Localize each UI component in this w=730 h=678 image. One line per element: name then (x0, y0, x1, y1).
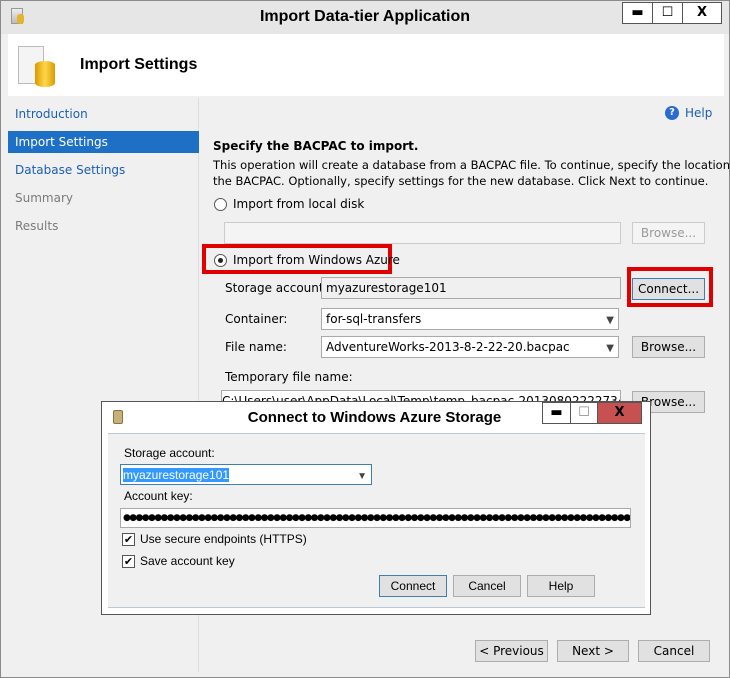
https-label: Use secure endpoints (HTTPS) (140, 532, 307, 546)
title-bar: Import Data-tier Application ▬ ☐ X (1, 1, 729, 34)
dialog-cancel-button[interactable]: Cancel (453, 575, 521, 597)
container-value: for-sql-transfers (326, 312, 422, 326)
import-settings-icon (18, 46, 55, 87)
close-button[interactable]: X (682, 2, 722, 24)
nav-item-results: Results (15, 219, 59, 233)
previous-button[interactable]: < Previous (475, 640, 548, 662)
file-name-select[interactable]: AdventureWorks-2013-8-2-22-20.bacpac ▼ (321, 336, 619, 358)
help-icon[interactable]: ? (665, 106, 679, 120)
nav-item-introduction[interactable]: Introduction (8, 103, 199, 125)
maximize-button[interactable]: ☐ (652, 2, 683, 24)
dialog-maximize-button[interactable]: ☐ (570, 402, 598, 424)
local-disk-radio[interactable] (214, 198, 227, 211)
dialog-storage-value: myazurestorage101 (123, 468, 230, 482)
container-label: Container: (225, 312, 288, 326)
window-title: Import Data-tier Application (259, 8, 471, 25)
account-key-input[interactable]: ●●●●●●●●●●●●●●●●●●●●●●●●●●●●●●●●●●●●●●●●… (120, 508, 631, 528)
file-browse-button[interactable]: Browse... (632, 336, 705, 358)
minimize-button[interactable]: ▬ (622, 2, 653, 24)
dialog-connect-button[interactable]: Connect (379, 575, 447, 597)
chevron-down-icon: ▼ (606, 343, 614, 354)
dialog-key-label: Account key: (124, 489, 193, 503)
nav-item-database-settings[interactable]: Database Settings (8, 159, 199, 181)
page-title: Import Settings (80, 56, 198, 73)
section-heading: Specify the BACPAC to import. (213, 139, 419, 153)
description-line-2: the BACPAC. Optionally, specify settings… (213, 174, 709, 188)
nav-item-import-settings[interactable]: Import Settings (8, 131, 199, 153)
dialog-body: Storage account: myazurestorage101 ▼ Acco… (108, 433, 645, 608)
chevron-down-icon: ▼ (606, 315, 614, 326)
local-disk-path-input[interactable] (224, 222, 621, 244)
description-line-1: This operation will create a database fr… (213, 158, 730, 172)
azure-label: Import from Windows Azure (233, 253, 400, 267)
file-name-label: File name: (225, 340, 287, 354)
temp-file-label: Temporary file name: (225, 370, 353, 384)
dialog-storage-label: Storage account: (124, 446, 215, 460)
help-link[interactable]: Help (685, 106, 712, 120)
save-key-checkbox[interactable]: ✔ (122, 555, 135, 568)
next-button[interactable]: Next > (557, 640, 629, 662)
page-header: Import Settings (8, 34, 724, 96)
local-disk-label: Import from local disk (233, 197, 365, 211)
connect-button[interactable]: Connect... (632, 278, 705, 300)
local-browse-button[interactable]: Browse... (632, 222, 705, 244)
storage-account-label: Storage account: (225, 281, 328, 295)
chevron-down-icon: ▼ (357, 471, 367, 482)
https-checkbox[interactable]: ✔ (122, 533, 135, 546)
azure-radio[interactable] (214, 254, 227, 267)
container-select[interactable]: for-sql-transfers ▼ (321, 308, 619, 330)
dialog-minimize-button[interactable]: ▬ (542, 402, 571, 424)
dialog-close-button[interactable]: X (597, 402, 642, 424)
cancel-button[interactable]: Cancel (638, 640, 710, 662)
nav-item-summary: Summary (15, 191, 73, 205)
storage-account-field: myazurestorage101 (321, 277, 621, 299)
save-key-label: Save account key (140, 554, 235, 568)
connect-azure-dialog: Connect to Windows Azure Storage ▬ ☐ X S… (101, 401, 651, 615)
dialog-storage-combo[interactable]: myazurestorage101 ▼ (120, 464, 372, 485)
file-name-value: AdventureWorks-2013-8-2-22-20.bacpac (326, 340, 570, 354)
dialog-help-button[interactable]: Help (527, 575, 595, 597)
